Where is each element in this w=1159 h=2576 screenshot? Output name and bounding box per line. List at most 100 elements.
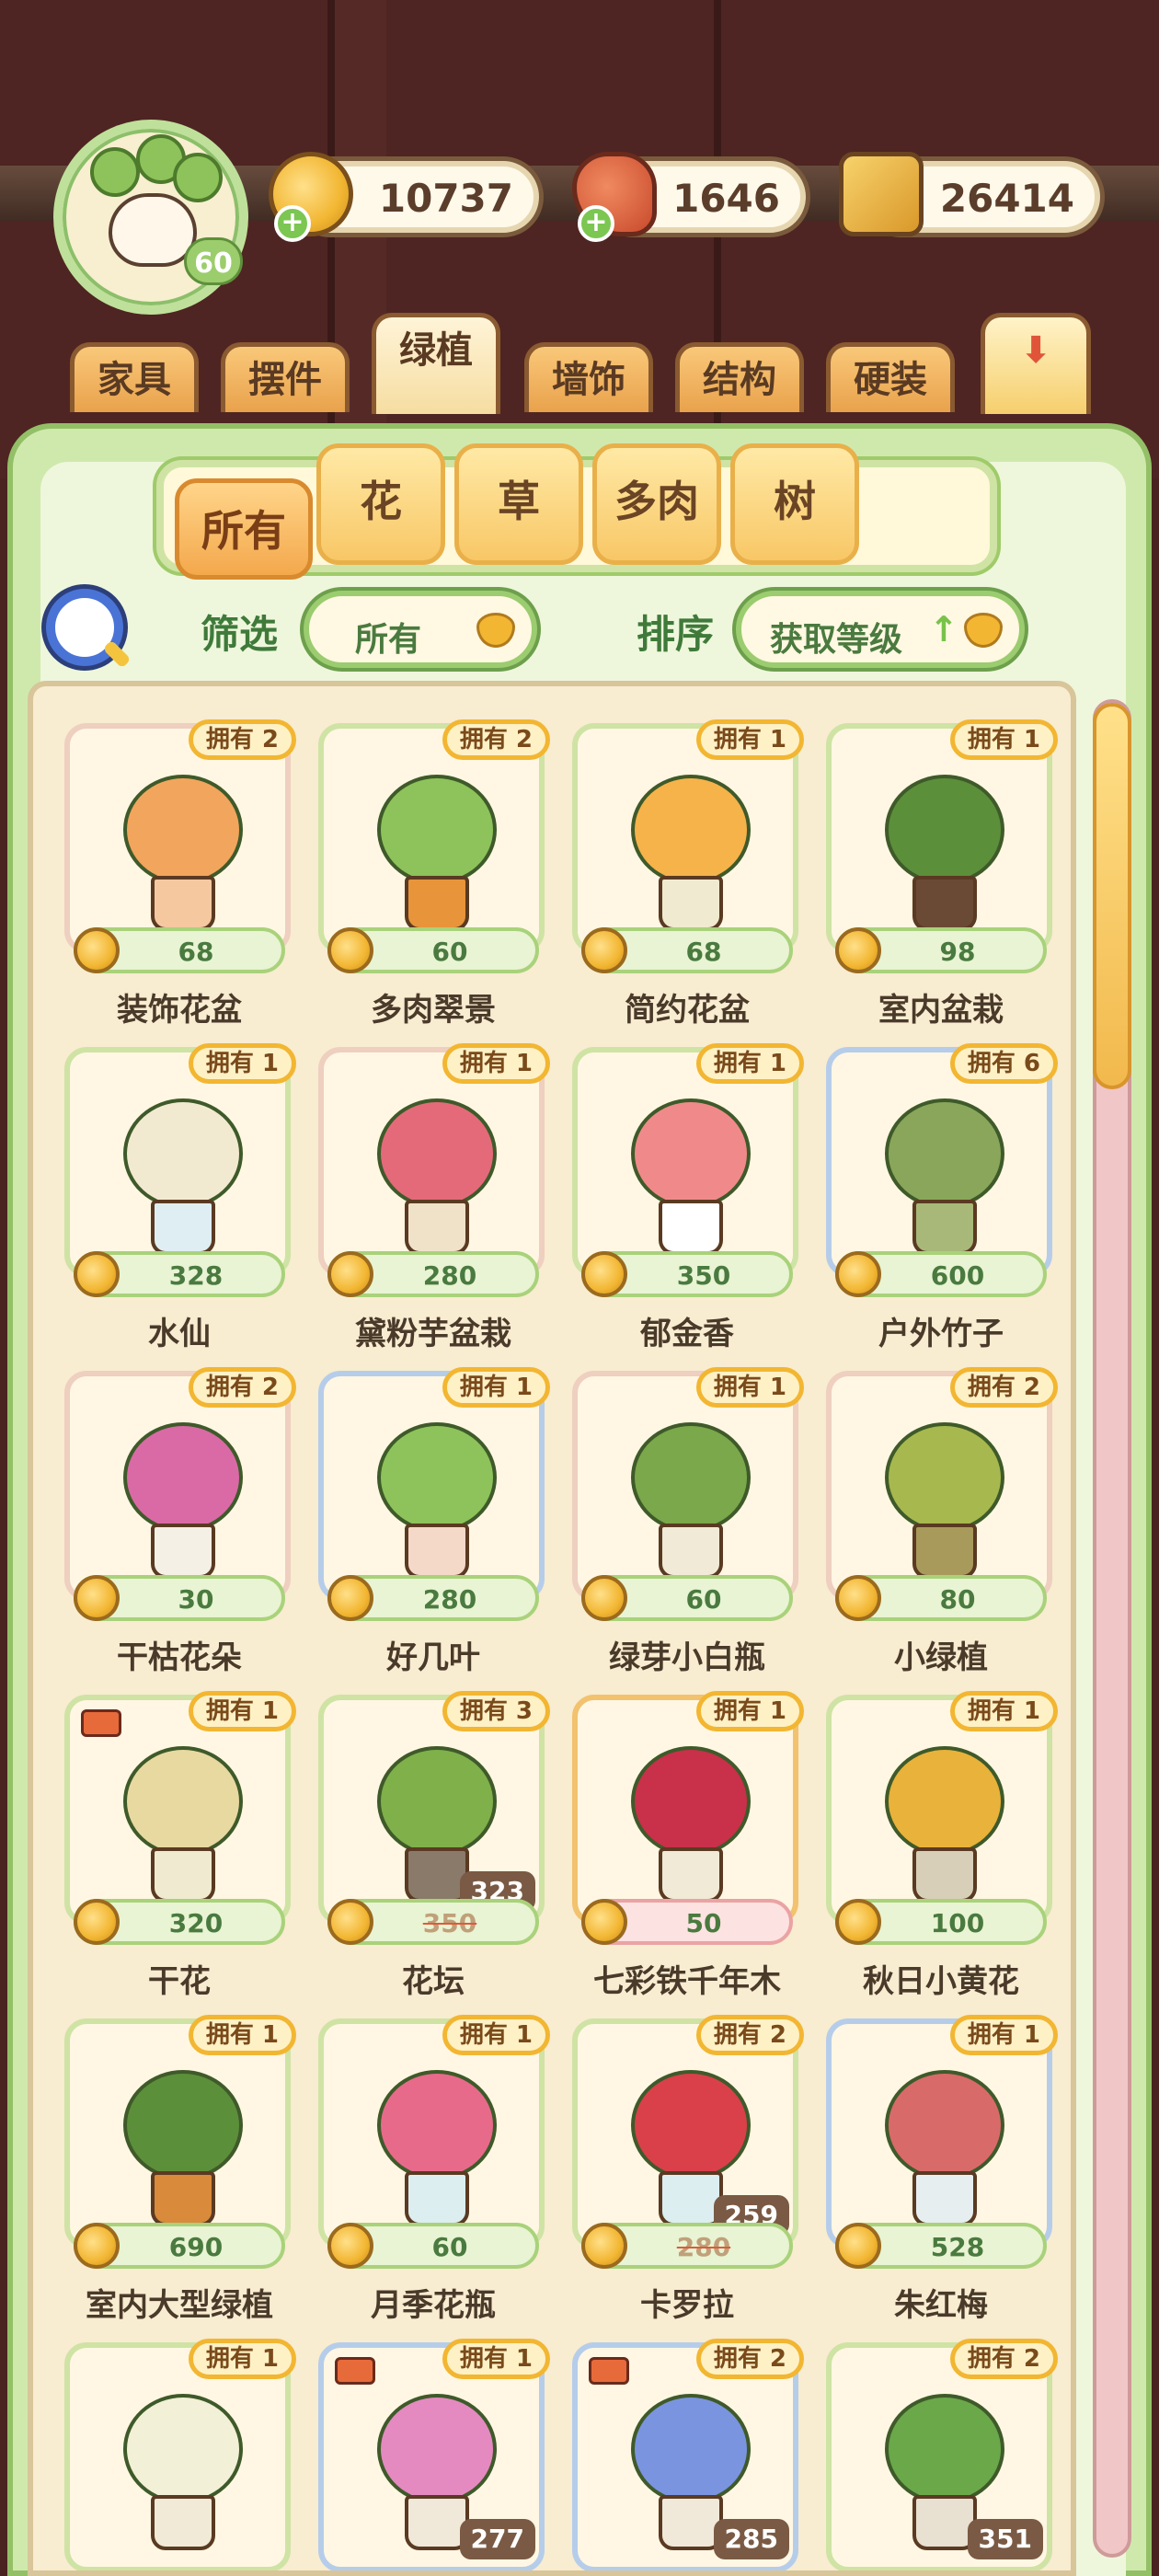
collapse-arrow-icon[interactable]: ⬇ [981,313,1091,414]
plant-icon [377,765,497,931]
subtab-flower[interactable]: 花 [316,443,445,565]
subtab-tree[interactable]: 树 [730,443,859,565]
subtab-grass[interactable]: 草 [454,443,583,565]
item-thumbnail[interactable]: 拥有 1 [64,1691,296,1925]
coin-icon [835,927,881,973]
item-card[interactable]: 拥有 1 277 [318,2339,567,2570]
book-counter[interactable]: 26414 [839,152,1100,236]
item-thumbnail[interactable]: 拥有 1 [318,1043,550,1277]
item-thumbnail[interactable]: 拥有 1 [64,1043,296,1277]
price-value: 50 [685,1908,722,1938]
coin-counter[interactable]: + 10737 [269,152,539,242]
item-name: 卡罗拉 [640,2287,734,2324]
item-thumbnail[interactable]: 拥有 1 [318,1367,550,1601]
plant-icon [123,765,243,931]
item-card[interactable]: 拥有 2 60 多肉翠景 [318,719,567,1045]
sale-price-badge: 285 [713,2519,789,2559]
item-thumbnail[interactable]: 拥有 2 [64,1367,296,1601]
item-card[interactable]: 拥有 1 98 室内盆栽 [826,719,1071,1045]
coin-icon [581,1251,627,1297]
item-card[interactable]: 拥有 1 320 干花 [64,1691,313,2017]
sort-dropdown[interactable]: 获取等级 ↑ [736,591,1025,668]
subtab-all[interactable]: 所有 [175,478,313,580]
filter-value: 所有 [354,621,421,659]
price-value: 280 [422,1584,477,1615]
item-card[interactable]: 拥有 1 60 绿芽小白瓶 [572,1367,820,1693]
item-thumbnail[interactable]: 拥有 1 [826,2015,1058,2248]
add-coin-button[interactable]: + [274,205,311,242]
foliage-icon [885,2070,1004,2180]
meat-counter[interactable]: + 1646 [572,152,806,242]
leaf-icon [173,153,223,202]
item-card[interactable]: 拥有 1 100 秋日小黄花 [826,1691,1071,2017]
item-card[interactable]: 拥有 1 [64,2339,313,2570]
item-card[interactable]: 拥有 1 60 月季花瓶 [318,2015,567,2340]
tab-ornaments[interactable]: 摆件 [221,342,350,412]
item-card[interactable]: 拥有 1 50 七彩铁千年木 [572,1691,820,2017]
item-thumbnail[interactable]: 拥有 2 [64,719,296,953]
scrollbar[interactable] [1093,699,1131,2558]
item-card[interactable]: 拥有 2 351 [826,2339,1071,2570]
subtab-succulent[interactable]: 多肉 [592,443,721,565]
add-meat-button[interactable]: + [578,205,614,242]
item-card[interactable]: 拥有 1 280 好几叶 [318,1367,567,1693]
coin-icon [74,2223,120,2269]
pot-icon [151,876,215,931]
owned-badge: 拥有 1 [442,1367,550,1408]
tab-furniture[interactable]: 家具 [70,342,199,412]
price-tag: 100 [835,1899,1047,1945]
tab-plants[interactable]: 绿植 [372,313,500,414]
item-thumbnail[interactable]: 拥有 1 [572,1043,804,1277]
item-card[interactable]: 拥有 1 350 郁金香 [572,1043,820,1369]
item-thumbnail[interactable]: 拥有 1 [64,2339,296,2570]
item-card[interactable]: 拥有 2 285 [572,2339,820,2570]
item-thumbnail[interactable]: 拥有 6 [826,1043,1058,1277]
plant-icon [123,1413,243,1579]
item-thumbnail[interactable]: 拥有 1 [64,2015,296,2248]
price-value: 68 [685,937,722,967]
item-thumbnail[interactable]: 拥有 1 [572,1367,804,1601]
item-card[interactable]: 拥有 3 323 350 花坛 [318,1691,567,2017]
item-card[interactable]: 拥有 6 600 户外竹子 [826,1043,1071,1369]
item-thumbnail[interactable]: 拥有 2 259 [572,2015,804,2248]
foliage-icon [377,2394,497,2504]
item-card[interactable]: 拥有 1 690 室内大型绿植 [64,2015,313,2340]
sale-price-badge: 277 [459,2519,535,2559]
item-thumbnail[interactable]: 拥有 2 351 [826,2339,1058,2570]
item-name: 黛粉芋盆栽 [355,1316,511,1352]
foliage-icon [885,1098,1004,1209]
item-thumbnail[interactable]: 拥有 1 277 [318,2339,550,2570]
item-thumbnail[interactable]: 拥有 2 [826,1367,1058,1601]
item-thumbnail[interactable]: 拥有 1 [572,719,804,953]
item-grid[interactable]: 拥有 2 68 装饰花盆 拥有 2 60 多肉翠景 拥有 1 68 简约花盆 拥有 1 98 室内盆栽… [28,681,1076,2576]
item-name: 干枯花朵 [117,1639,242,1676]
tab-wall-decor[interactable]: 墙饰 [524,342,653,412]
item-thumbnail[interactable]: 拥有 1 [826,1691,1058,1925]
item-card[interactable]: 拥有 2 80 小绿植 [826,1367,1071,1693]
item-thumbnail[interactable]: 拥有 1 [318,2015,550,2248]
filter-dropdown[interactable]: 所有 [304,591,537,668]
item-card[interactable]: 拥有 1 68 简约花盆 [572,719,820,1045]
price-tag: 528 [835,2223,1047,2269]
item-thumbnail[interactable]: 拥有 3 323 [318,1691,550,1925]
owned-badge: 拥有 1 [442,1043,550,1084]
tab-hardware[interactable]: 硬装 [826,342,955,412]
price-value: 350 [422,1908,477,1938]
item-card[interactable]: 拥有 1 328 水仙 [64,1043,313,1369]
tab-structure[interactable]: 结构 [675,342,804,412]
sort-label: 排序 [637,612,715,657]
scrollbar-thumb[interactable] [1093,703,1131,1089]
item-thumbnail[interactable]: 拥有 1 [572,1691,804,1925]
item-card[interactable]: 拥有 2 259 280 卡罗拉 [572,2015,820,2340]
item-thumbnail[interactable]: 拥有 2 [318,719,550,953]
item-card[interactable]: 拥有 2 68 装饰花盆 [64,719,313,1045]
item-thumbnail[interactable]: 拥有 2 285 [572,2339,804,2570]
item-card[interactable]: 拥有 2 30 干枯花朵 [64,1367,313,1693]
search-icon[interactable] [46,589,123,666]
coin-icon [327,2223,373,2269]
item-card[interactable]: 拥有 1 280 黛粉芋盆栽 [318,1043,567,1369]
owned-badge: 拥有 1 [188,1043,296,1084]
price-value: 60 [431,937,468,967]
item-thumbnail[interactable]: 拥有 1 [826,719,1058,953]
item-card[interactable]: 拥有 1 528 朱红梅 [826,2015,1071,2340]
